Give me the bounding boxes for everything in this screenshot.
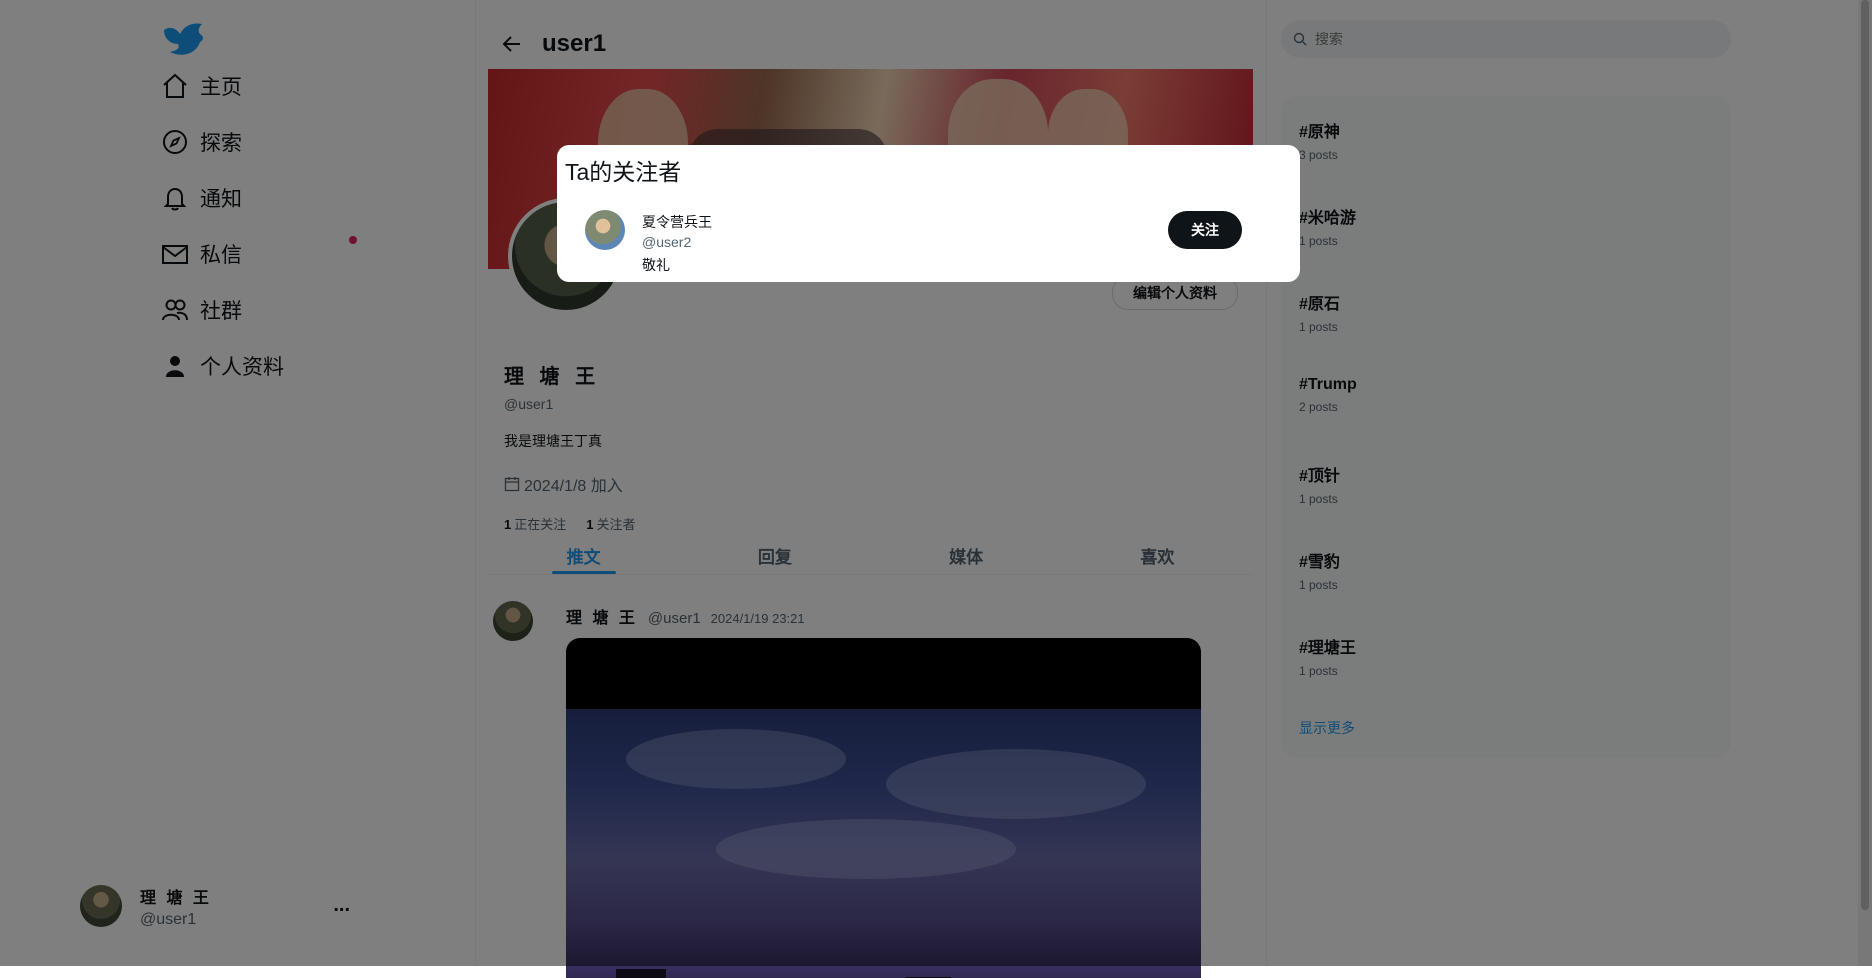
follower-avatar[interactable] [585,210,625,250]
follower-handle: @user2 [642,234,692,250]
followers-dialog: Ta的关注者 夏令营兵王 @user2 敬礼 关注 [557,145,1300,282]
follower-name[interactable]: 夏令营兵王 [642,212,712,232]
follow-button[interactable]: 关注 [1168,211,1242,249]
dialog-title: Ta的关注者 [565,159,682,185]
follower-bio: 敬礼 [642,257,670,273]
app-root: 主页 探索 通知 私信 社群 个人资料 理 塘 王 @user1 [0,0,1872,978]
